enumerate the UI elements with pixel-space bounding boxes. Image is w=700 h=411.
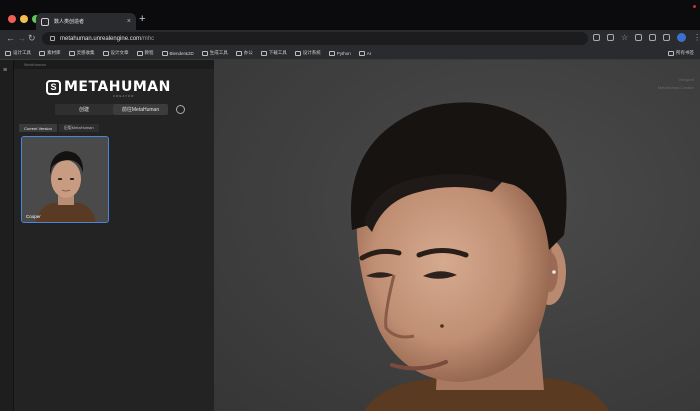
folder-icon [260,50,267,56]
download-icon[interactable] [649,34,657,41]
folder-icon [668,50,674,56]
metahuman-logo-mark-icon: S [46,79,61,95]
side-panel-icon[interactable] [663,34,671,41]
character-name: Cooper [26,214,41,219]
browser-menu-icon[interactable]: ⋮ [693,33,700,42]
folder-icon [5,50,11,56]
folder-icon [136,50,143,56]
3d-viewport[interactable]: Viewport MetaHuman Creator [214,60,700,411]
folder-icon [235,50,242,56]
new-tab-icon[interactable]: + [139,14,145,25]
bookmark-folder[interactable]: 设计系统 [294,50,321,56]
viewport-sublabel: MetaHuman Creator [657,85,694,90]
creator-subtitle: CREATOR [113,94,135,98]
translate-icon[interactable] [593,34,600,41]
folder-icon [39,50,45,56]
window-indicator-icon [693,5,696,8]
address-url: metahuman.unrealengine.com/mhc [60,35,155,42]
version-tabs: Current Version 旧版MetaHuman [19,124,99,132]
bookmark-folder[interactable]: 素材库 [39,50,61,56]
bookmark-folder[interactable]: Blender&3D [161,50,194,56]
window-close-button[interactable] [8,15,16,23]
tab-current-version[interactable]: Current Version [19,124,57,132]
metahuman-app: ≡ MetaHuman S METAHUMAN CREATOR 创建 前往Met… [0,60,700,411]
bookmark-folder[interactable]: 生成工具 [201,50,228,56]
bookmark-star-icon[interactable]: ☆ [621,34,628,42]
folder-icon [328,50,335,56]
hamburger-menu-icon[interactable]: ≡ [3,67,7,74]
folder-icon [201,50,208,56]
tab-favicon-icon [41,17,49,26]
left-rail: ≡ [0,60,14,411]
folder-icon [358,50,365,56]
tab-legacy-metahuman[interactable]: 旧版MetaHuman [58,124,99,132]
bookmark-folder[interactable]: Python [328,50,351,56]
bookmark-folder[interactable]: AI [358,50,371,56]
back-icon[interactable]: ← [6,32,15,45]
refresh-icon[interactable] [176,105,185,114]
window-minimize-button[interactable] [20,15,28,23]
share-icon[interactable] [607,34,614,41]
character-render [350,102,609,411]
browser-tab-strip: 数人类创造者 × + [0,0,700,30]
bookmarks-bar: 设计工具 素材库 灵感收集 设计文章 教程 Blender&3D 生成工具 办公… [0,47,700,60]
bookmark-folder[interactable]: 下载工具 [260,50,287,56]
bookmark-folder[interactable]: 设计工具 [5,50,31,56]
character-panel: MetaHuman S METAHUMAN CREATOR 创建 前往MetaH… [14,60,214,411]
profile-avatar[interactable] [677,33,687,42]
folder-icon [161,50,168,56]
address-bar[interactable]: metahuman.unrealengine.com/mhc [42,32,588,45]
viewport-label: Viewport [678,77,695,82]
folder-icon [294,50,301,56]
go-to-metahuman-button[interactable]: 前往MetaHuman [113,104,168,115]
character-thumbnail [22,137,108,222]
extensions-icon[interactable] [635,34,643,41]
bookmark-folder[interactable]: 灵感收集 [68,50,95,56]
panel-header: MetaHuman [14,60,214,69]
site-info-icon[interactable] [50,36,55,41]
tab-close-icon[interactable]: × [127,18,131,25]
tab-title: 数人类创造者 [54,19,85,25]
browser-tab[interactable]: 数人类创造者 × [36,13,136,30]
bookmark-folder[interactable]: 办公 [235,50,253,56]
create-button[interactable]: 创建 [55,104,113,115]
metahuman-logo: S METAHUMAN [46,79,171,95]
reload-icon[interactable]: ↻ [28,32,36,45]
all-bookmarks-folder[interactable]: 所有书签 [668,50,694,56]
metahuman-wordmark: METAHUMAN [64,79,171,95]
browser-toolbar: ← → ↻ metahuman.unrealengine.com/mhc ☆ ⋮ [0,30,700,47]
forward-icon[interactable]: → [17,32,26,45]
folder-icon [102,50,109,56]
folder-icon [68,50,75,56]
character-card[interactable]: Cooper [21,136,109,223]
bookmark-folder[interactable]: 教程 [136,50,154,56]
bookmark-folder[interactable]: 设计文章 [102,50,129,56]
